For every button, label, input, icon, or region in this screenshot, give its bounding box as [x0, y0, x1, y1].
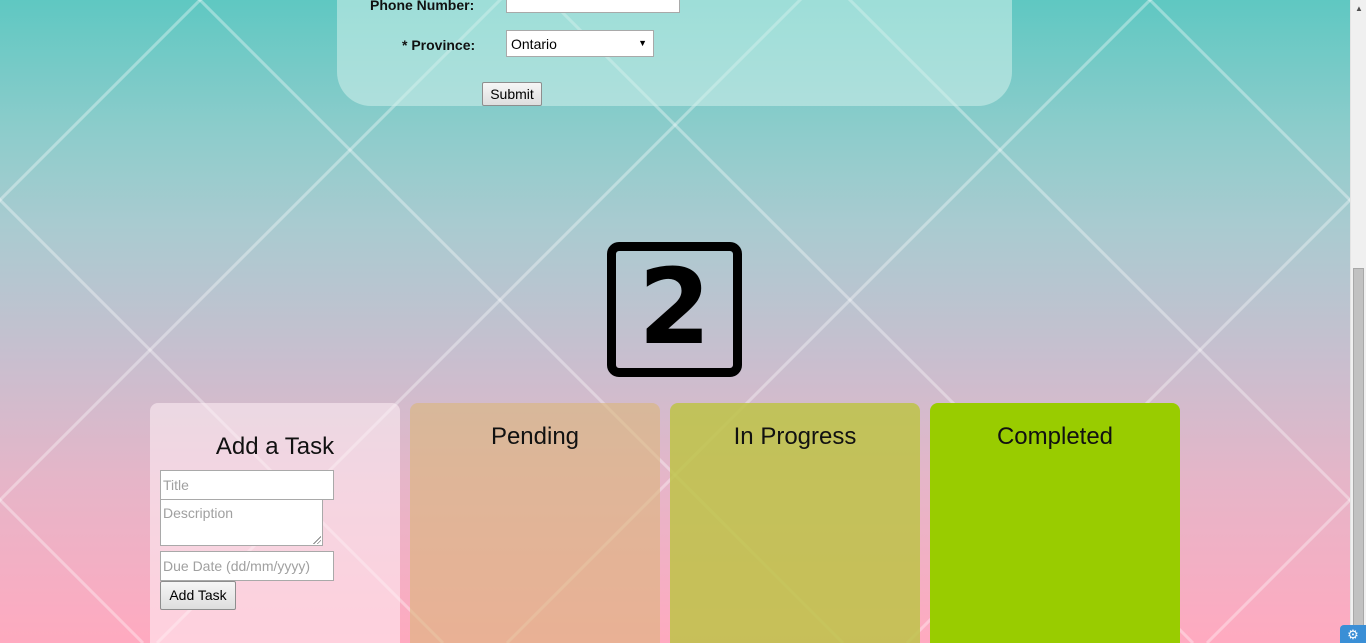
completed-column[interactable]: Completed — [930, 403, 1180, 643]
step-number-badge: 2 — [607, 242, 742, 377]
scroll-thumb[interactable] — [1353, 268, 1364, 643]
task-title-input[interactable]: Title — [160, 470, 334, 500]
contact-form-panel — [337, 0, 1012, 106]
province-selected-value: Ontario — [511, 36, 557, 52]
widget-icon[interactable]: ⚙ — [1340, 625, 1366, 643]
task-description-textarea[interactable]: Description — [160, 499, 323, 546]
add-task-button[interactable]: Add Task — [160, 581, 236, 610]
scroll-up-arrow-icon[interactable]: ▲ — [1351, 0, 1366, 17]
province-label: * Province: — [402, 37, 476, 53]
vertical-scrollbar[interactable]: ▲ — [1350, 0, 1366, 643]
completed-heading: Completed — [996, 423, 1114, 450]
phone-number-label: Phone Number: — [370, 0, 475, 13]
in-progress-column[interactable]: In Progress — [670, 403, 920, 643]
phone-number-input[interactable] — [506, 0, 680, 13]
submit-button[interactable]: Submit — [482, 82, 542, 106]
task-due-date-input[interactable]: Due Date (dd/mm/yyyy) — [160, 551, 334, 581]
in-progress-heading: In Progress — [733, 423, 857, 450]
task-description-placeholder: Description — [163, 505, 234, 521]
pending-column[interactable]: Pending — [410, 403, 660, 643]
province-select[interactable]: Ontario ▼ — [506, 30, 654, 57]
pending-heading: Pending — [490, 423, 580, 450]
caret-down-icon: ▼ — [638, 38, 647, 48]
add-task-heading: Add a Task — [215, 433, 335, 460]
resize-handle-icon[interactable] — [313, 536, 321, 544]
